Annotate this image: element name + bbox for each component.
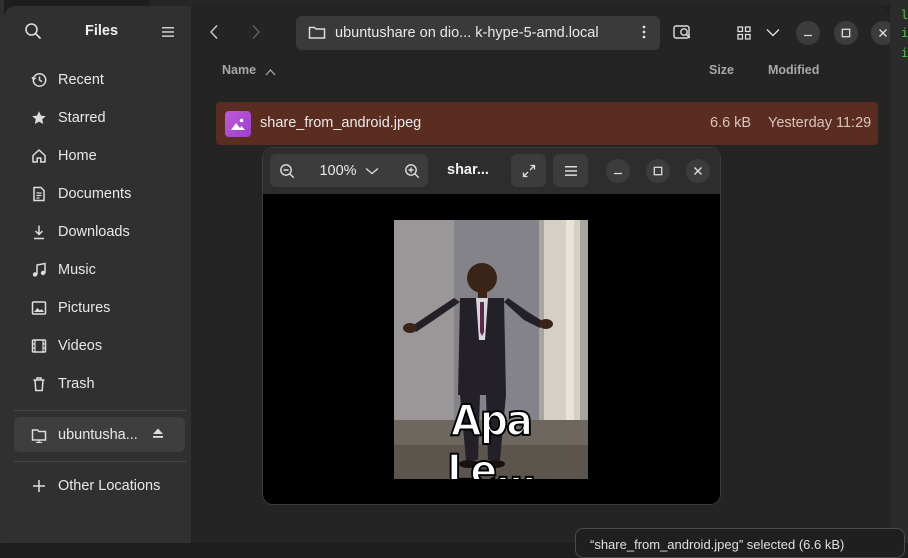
sidebar-item-label: Other Locations <box>58 478 161 494</box>
home-icon <box>30 147 48 165</box>
image-file-icon <box>225 111 251 137</box>
sidebar-item-label: Trash <box>58 376 95 392</box>
zoom-level-value: 100% <box>319 162 357 179</box>
sidebar-item-label: Home <box>58 148 97 164</box>
sidebar-item-home[interactable]: Home <box>14 139 186 173</box>
plus-icon <box>30 477 48 495</box>
sidebar-separator <box>14 461 186 462</box>
column-header: Name Size Modified <box>191 58 890 84</box>
close-icon[interactable] <box>686 159 710 183</box>
meme-caption: Apa Le... <box>446 395 538 479</box>
file-name: share_from_android.jpeg <box>260 115 422 131</box>
sidebar-item-label: Recent <box>58 72 104 88</box>
sidebar-item-recent[interactable]: Recent <box>14 63 186 97</box>
maximize-icon[interactable] <box>834 21 858 45</box>
sidebar-item-network-share[interactable]: ubuntusha... <box>14 417 185 452</box>
sidebar-item-label: Pictures <box>58 300 111 316</box>
path-bar[interactable]: ubuntushare on dio... k-hype-5-amd.local <box>296 16 660 50</box>
sidebar-item-label: Downloads <box>58 224 130 240</box>
viewer-title: shar... <box>447 162 489 178</box>
sidebar-separator <box>14 410 186 411</box>
sidebar-item-videos[interactable]: Videos <box>14 329 186 363</box>
sidebar-item-label: Music <box>58 262 96 278</box>
zoom-level-dropdown[interactable]: 100% <box>303 163 395 179</box>
clock-icon <box>30 71 48 89</box>
sidebar-item-label: ubuntusha... <box>58 426 138 443</box>
sidebar-item-downloads[interactable]: Downloads <box>14 215 186 249</box>
network-folder-icon <box>30 426 48 444</box>
displayed-image: Apa Le... <box>394 220 588 479</box>
background-code-line: i: <box>901 26 908 40</box>
header-bar: ubuntushare on dio... k-hype-5-amd.local <box>191 6 890 58</box>
sidebar-item-documents[interactable]: Documents <box>14 177 186 211</box>
trash-icon <box>30 375 48 393</box>
grid-view-icon[interactable] <box>737 26 751 40</box>
forward-icon[interactable] <box>251 24 261 40</box>
maximize-icon[interactable] <box>646 159 670 183</box>
close-icon[interactable] <box>871 21 890 45</box>
sidebar-header: Files <box>4 6 191 58</box>
eject-icon[interactable] <box>152 427 164 443</box>
sidebar-item-trash[interactable]: Trash <box>14 367 186 401</box>
file-modified: Yesterday 11:29 <box>768 115 872 131</box>
file-size: 6.6 kB <box>710 115 752 131</box>
sidebar-item-label: Starred <box>58 110 106 126</box>
minimize-icon[interactable] <box>796 21 820 45</box>
background-code-line: li <box>901 8 908 22</box>
sidebar-item-music[interactable]: Music <box>14 253 186 287</box>
sidebar-item-other-locations[interactable]: Other Locations <box>14 469 186 503</box>
zoom-in-icon[interactable] <box>395 154 428 187</box>
zoom-controls: 100% <box>270 154 428 187</box>
path-text: ubuntushare on dio... k-hype-5-amd.local <box>335 25 599 41</box>
column-name[interactable]: Name <box>222 63 256 77</box>
zoom-out-icon[interactable] <box>270 154 303 187</box>
hamburger-menu-icon[interactable] <box>162 25 176 39</box>
chevron-down-icon[interactable] <box>766 28 780 37</box>
column-modified[interactable]: Modified <box>768 63 819 77</box>
sidebar-item-label: Videos <box>58 338 103 354</box>
chevron-down-icon <box>365 163 379 179</box>
fullscreen-icon[interactable] <box>511 154 546 187</box>
file-row[interactable]: share_from_android.jpeg 6.6 kB Yesterday… <box>216 102 878 145</box>
network-folder-icon <box>308 25 326 41</box>
more-vertical-icon[interactable] <box>642 25 646 43</box>
star-icon <box>30 109 48 127</box>
document-icon <box>30 185 48 203</box>
videos-icon <box>30 337 48 355</box>
pictures-icon <box>30 299 48 317</box>
sidebar-item-label: Documents <box>58 186 132 202</box>
background-editor <box>890 0 908 543</box>
viewer-header-bar: 100% shar... <box>263 148 720 194</box>
background-code-line: i <box>901 46 908 60</box>
minimize-icon[interactable] <box>606 159 630 183</box>
search-files-icon[interactable] <box>673 23 693 41</box>
back-icon[interactable] <box>209 24 219 40</box>
image-viewer-window: 100% shar... Apa Le... <box>262 147 721 505</box>
sort-ascending-icon[interactable] <box>265 65 276 79</box>
sidebar: Files Recent Starred Home Documents Down… <box>4 6 191 543</box>
column-size[interactable]: Size <box>709 63 734 77</box>
download-icon <box>30 223 48 241</box>
status-toast: “share_from_android.jpeg” selected (6.6 … <box>575 528 905 558</box>
sidebar-item-pictures[interactable]: Pictures <box>14 291 186 325</box>
sidebar-item-starred[interactable]: Starred <box>14 101 186 135</box>
hamburger-menu-icon[interactable] <box>553 154 588 187</box>
music-icon <box>30 261 48 279</box>
